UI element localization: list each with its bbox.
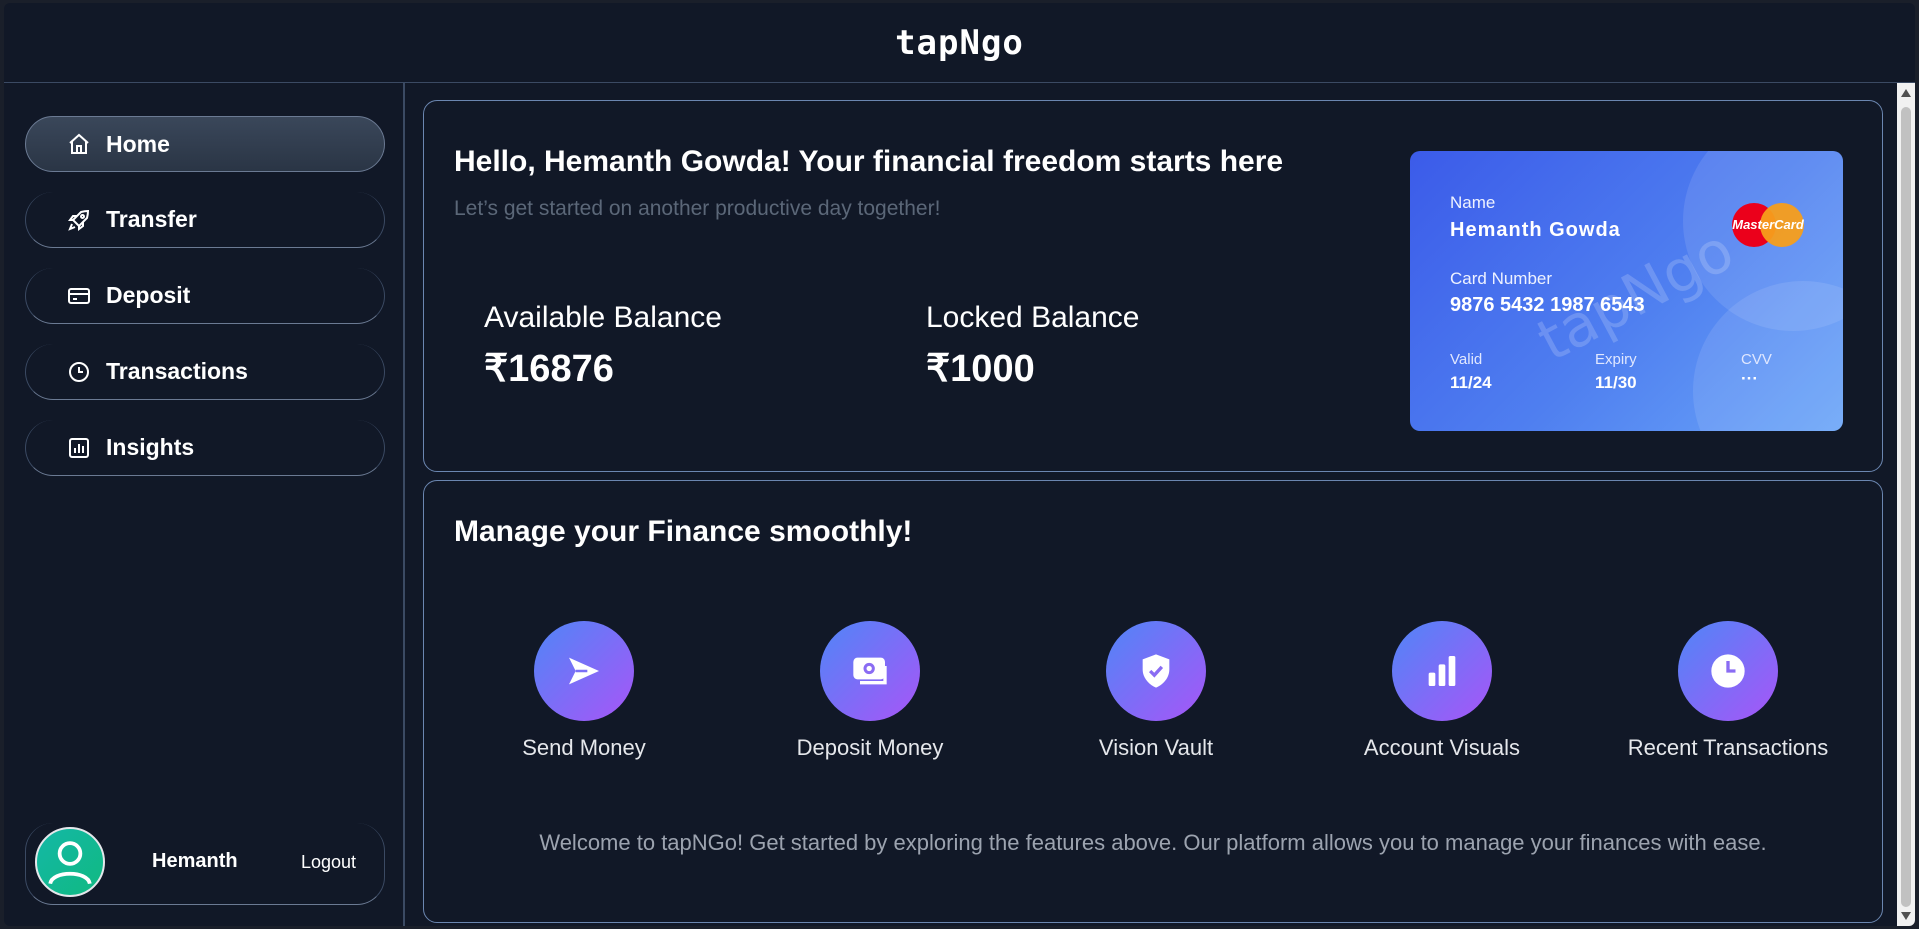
sidebar: Home Transfer Deposit Transactions Insig… — [4, 83, 405, 926]
card-number-value: 9876 5432 1987 6543 — [1450, 294, 1645, 316]
send-icon — [534, 621, 634, 721]
action-label: Vision Vault — [1098, 735, 1214, 760]
card-valid-value: 11/24 — [1450, 373, 1492, 392]
sidebar-item-label: Insights — [106, 434, 195, 460]
sidebar-item-deposit[interactable]: Deposit — [25, 268, 385, 324]
mastercard-logo: MasterCard — [1732, 203, 1804, 247]
sidebar-item-transfer[interactable]: Transfer — [25, 192, 385, 248]
top-bar: tapNgo — [4, 3, 1915, 83]
mastercard-text: MasterCard — [1732, 217, 1804, 232]
sidebar-item-transactions[interactable]: Transactions — [25, 344, 385, 400]
greeting-subtitle: Let’s get started on another productive … — [454, 197, 941, 220]
manage-title: Manage your Finance smoothly! — [454, 515, 913, 548]
card-cvv-value: ··· — [1741, 369, 1758, 388]
main-scrollbar[interactable] — [1897, 83, 1915, 926]
overview-panel: Hello, Hemanth Gowda! Your financial fre… — [423, 100, 1883, 472]
recent-transactions-button[interactable]: Recent Transactions — [1613, 621, 1843, 761]
main-content: Hello, Hemanth Gowda! Your financial fre… — [407, 83, 1897, 926]
sidebar-item-label: Transfer — [106, 206, 197, 232]
brand-logo[interactable]: tapNgo — [895, 23, 1024, 63]
card-expiry-value: 11/30 — [1595, 373, 1637, 392]
card-name-value: Hemanth Gowda — [1450, 219, 1621, 241]
card-valid-label: Valid — [1450, 351, 1483, 368]
sidebar-item-insights[interactable]: Insights — [25, 420, 385, 476]
clock-icon — [66, 359, 92, 385]
bar-chart-icon — [1392, 621, 1492, 721]
card-name-label: Name — [1450, 193, 1496, 212]
card-number-label: Card Number — [1450, 269, 1553, 288]
logout-button[interactable]: Logout — [301, 852, 356, 873]
send-money-button[interactable]: Send Money — [469, 621, 699, 761]
scroll-up-icon[interactable] — [1901, 89, 1911, 97]
scroll-down-icon[interactable] — [1901, 912, 1911, 920]
profile-name: Hemanth — [152, 850, 238, 872]
clock-icon — [1678, 621, 1778, 721]
vision-vault-button[interactable]: Vision Vault — [1041, 621, 1271, 761]
sidebar-item-label: Deposit — [106, 282, 191, 308]
user-icon — [48, 841, 92, 885]
scrollbar-thumb[interactable] — [1901, 107, 1911, 907]
locked-balance-label: Locked Balance — [926, 301, 1140, 334]
locked-balance-value: ₹1000 — [926, 348, 1035, 390]
avatar[interactable] — [35, 827, 105, 897]
action-label: Send Money — [522, 735, 646, 760]
payment-card[interactable]: tapNgo Name Hemanth Gowda MasterCard Car… — [1410, 151, 1843, 431]
action-label: Deposit Money — [796, 735, 944, 760]
sidebar-item-label: Home — [106, 130, 170, 157]
available-balance-label: Available Balance — [484, 301, 722, 334]
shield-icon — [1106, 621, 1206, 721]
card-expiry-label: Expiry — [1595, 351, 1637, 368]
app-window: tapNgo Home Transfer Deposit Transaction… — [4, 3, 1915, 926]
home-icon — [66, 131, 92, 157]
card-icon — [66, 283, 92, 309]
available-balance-value: ₹16876 — [484, 348, 614, 390]
deposit-money-button[interactable]: Deposit Money — [755, 621, 985, 761]
card-cvv-label: CVV — [1741, 351, 1772, 368]
user-profile: Hemanth Logout — [25, 823, 385, 905]
greeting-title: Hello, Hemanth Gowda! Your financial fre… — [454, 145, 1284, 178]
rocket-icon — [66, 207, 92, 233]
account-visuals-button[interactable]: Account Visuals — [1327, 621, 1557, 761]
welcome-message: Welcome to tapNGo! Get started by explor… — [539, 830, 1767, 855]
action-label: Account Visuals — [1363, 735, 1521, 760]
chart-icon — [66, 435, 92, 461]
manage-panel: Manage your Finance smoothly! Send Money… — [423, 480, 1883, 923]
cash-icon — [820, 621, 920, 721]
sidebar-item-label: Transactions — [106, 358, 248, 384]
sidebar-item-home[interactable]: Home — [25, 116, 385, 172]
action-label: Recent Transactions — [1627, 735, 1829, 760]
